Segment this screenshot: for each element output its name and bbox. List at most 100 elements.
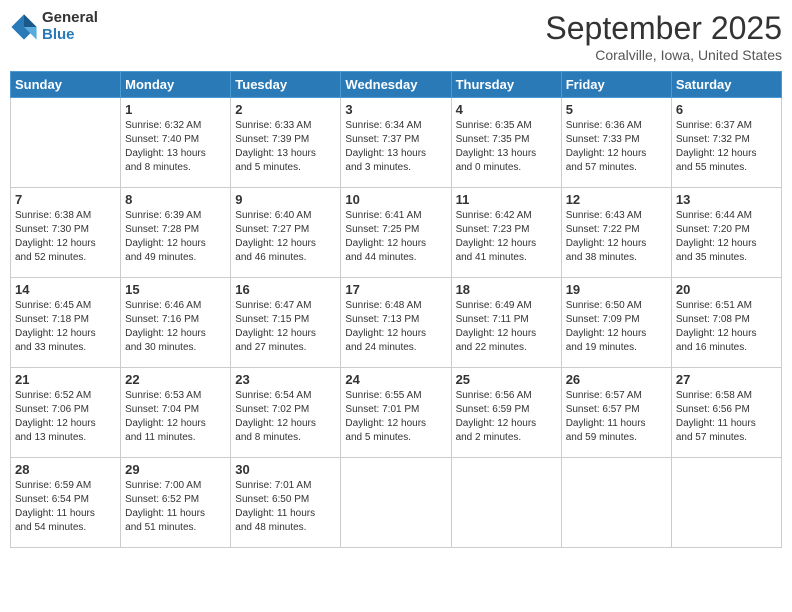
day-info: Sunrise: 6:47 AM Sunset: 7:15 PM Dayligh… [235, 299, 336, 355]
day-info: Sunrise: 6:53 AM Sunset: 7:04 PM Dayligh… [125, 389, 226, 445]
calendar-cell: 3 Sunrise: 6:34 AM Sunset: 7:37 PM Daylig… [341, 98, 451, 188]
calendar-cell: 24 Sunrise: 6:55 AM Sunset: 7:01 PM Dayli… [341, 368, 451, 458]
day-info: Sunrise: 6:44 AM Sunset: 7:20 PM Dayligh… [676, 209, 777, 265]
calendar-cell: 10 Sunrise: 6:41 AM Sunset: 7:25 PM Dayli… [341, 188, 451, 278]
calendar-cell: 2Sunrise: 6:33 AM Sunset: 7:39 PM Daylig… [231, 98, 341, 188]
calendar-cell: 6 Sunrise: 6:37 AM Sunset: 7:32 PM Daylig… [671, 98, 781, 188]
calendar-cell: 7 Sunrise: 6:38 AM Sunset: 7:30 PM Daylig… [11, 188, 121, 278]
day-info: Sunrise: 6:45 AM Sunset: 7:18 PM Dayligh… [15, 299, 116, 355]
calendar-cell: 1Sunrise: 6:32 AM Sunset: 7:40 PM Daylig… [121, 98, 231, 188]
day-number: 21 [15, 372, 116, 387]
day-number: 10 [345, 192, 446, 207]
calendar-cell [561, 458, 671, 548]
day-number: 24 [345, 372, 446, 387]
day-number: 3 [345, 102, 446, 117]
day-info: Sunrise: 6:54 AM Sunset: 7:02 PM Dayligh… [235, 389, 336, 445]
calendar-cell: 28Sunrise: 6:59 AM Sunset: 6:54 PM Dayli… [11, 458, 121, 548]
month-title: September 2025 [545, 10, 782, 47]
day-info: Sunrise: 6:37 AM Sunset: 7:32 PM Dayligh… [676, 119, 777, 175]
calendar-cell: 19 Sunrise: 6:50 AM Sunset: 7:09 PM Dayli… [561, 278, 671, 368]
calendar-cell: 5 Sunrise: 6:36 AM Sunset: 7:33 PM Daylig… [561, 98, 671, 188]
day-info: Sunrise: 6:49 AM Sunset: 7:11 PM Dayligh… [456, 299, 557, 355]
calendar-cell: 27Sunrise: 6:58 AM Sunset: 6:56 PM Dayli… [671, 368, 781, 458]
week-row-1: 1Sunrise: 6:32 AM Sunset: 7:40 PM Daylig… [11, 98, 782, 188]
calendar-cell [451, 458, 561, 548]
calendar-cell: 21 Sunrise: 6:52 AM Sunset: 7:06 PM Dayli… [11, 368, 121, 458]
day-info: Sunrise: 6:57 AM Sunset: 6:57 PM Dayligh… [566, 389, 667, 445]
day-info: Sunrise: 6:51 AM Sunset: 7:08 PM Dayligh… [676, 299, 777, 355]
day-number: 23 [235, 372, 336, 387]
calendar-cell: 12 Sunrise: 6:43 AM Sunset: 7:22 PM Dayli… [561, 188, 671, 278]
calendar-cell [671, 458, 781, 548]
day-number: 11 [456, 192, 557, 207]
day-info: Sunrise: 6:46 AM Sunset: 7:16 PM Dayligh… [125, 299, 226, 355]
week-row-5: 28Sunrise: 6:59 AM Sunset: 6:54 PM Dayli… [11, 458, 782, 548]
title-area: September 2025 Coralville, Iowa, United … [545, 10, 782, 63]
day-number: 12 [566, 192, 667, 207]
day-number: 17 [345, 282, 446, 297]
calendar-cell: 20 Sunrise: 6:51 AM Sunset: 7:08 PM Dayli… [671, 278, 781, 368]
calendar-cell: 25 Sunrise: 6:56 AM Sunset: 6:59 PM Dayli… [451, 368, 561, 458]
calendar-cell: 9 Sunrise: 6:40 AM Sunset: 7:27 PM Daylig… [231, 188, 341, 278]
day-number: 20 [676, 282, 777, 297]
day-number: 5 [566, 102, 667, 117]
day-number: 27 [676, 372, 777, 387]
page-header: General Blue September 2025 Coralville, … [10, 10, 782, 63]
day-info: Sunrise: 6:59 AM Sunset: 6:54 PM Dayligh… [15, 479, 116, 535]
logo-general-text: General [42, 10, 98, 27]
day-info: Sunrise: 6:48 AM Sunset: 7:13 PM Dayligh… [345, 299, 446, 355]
week-row-3: 14 Sunrise: 6:45 AM Sunset: 7:18 PM Dayli… [11, 278, 782, 368]
day-number: 18 [456, 282, 557, 297]
day-number: 13 [676, 192, 777, 207]
logo: General Blue [10, 10, 98, 43]
day-number: 22 [125, 372, 226, 387]
day-number: 19 [566, 282, 667, 297]
day-info: Sunrise: 6:43 AM Sunset: 7:22 PM Dayligh… [566, 209, 667, 265]
day-number: 14 [15, 282, 116, 297]
day-info: Sunrise: 6:52 AM Sunset: 7:06 PM Dayligh… [15, 389, 116, 445]
calendar-table: SundayMondayTuesdayWednesdayThursdayFrid… [10, 71, 782, 548]
day-number: 7 [15, 192, 116, 207]
day-info: Sunrise: 7:01 AM Sunset: 6:50 PM Dayligh… [235, 479, 336, 535]
day-info: Sunrise: 6:55 AM Sunset: 7:01 PM Dayligh… [345, 389, 446, 445]
calendar-cell: 23 Sunrise: 6:54 AM Sunset: 7:02 PM Dayli… [231, 368, 341, 458]
day-info: Sunrise: 6:35 AM Sunset: 7:35 PM Dayligh… [456, 119, 557, 175]
day-info: Sunrise: 7:00 AM Sunset: 6:52 PM Dayligh… [125, 479, 226, 535]
day-info: Sunrise: 6:36 AM Sunset: 7:33 PM Dayligh… [566, 119, 667, 175]
day-number: 29 [125, 462, 226, 477]
day-info: Sunrise: 6:50 AM Sunset: 7:09 PM Dayligh… [566, 299, 667, 355]
calendar-cell: 30 Sunrise: 7:01 AM Sunset: 6:50 PM Dayli… [231, 458, 341, 548]
weekday-header-wednesday: Wednesday [341, 72, 451, 98]
day-number: 25 [456, 372, 557, 387]
calendar-cell: 29 Sunrise: 7:00 AM Sunset: 6:52 PM Dayli… [121, 458, 231, 548]
calendar-cell: 26 Sunrise: 6:57 AM Sunset: 6:57 PM Dayli… [561, 368, 671, 458]
day-info: Sunrise: 6:56 AM Sunset: 6:59 PM Dayligh… [456, 389, 557, 445]
calendar-cell: 18 Sunrise: 6:49 AM Sunset: 7:11 PM Dayli… [451, 278, 561, 368]
calendar-cell: 4Sunrise: 6:35 AM Sunset: 7:35 PM Daylig… [451, 98, 561, 188]
calendar-cell: 13 Sunrise: 6:44 AM Sunset: 7:20 PM Dayli… [671, 188, 781, 278]
calendar-cell: 17 Sunrise: 6:48 AM Sunset: 7:13 PM Dayli… [341, 278, 451, 368]
calendar-cell: 8Sunrise: 6:39 AM Sunset: 7:28 PM Daylig… [121, 188, 231, 278]
logo-text: General Blue [42, 10, 98, 43]
day-number: 6 [676, 102, 777, 117]
day-info: Sunrise: 6:38 AM Sunset: 7:30 PM Dayligh… [15, 209, 116, 265]
weekday-header-friday: Friday [561, 72, 671, 98]
calendar-cell: 22 Sunrise: 6:53 AM Sunset: 7:04 PM Dayli… [121, 368, 231, 458]
day-number: 8 [125, 192, 226, 207]
weekday-header-monday: Monday [121, 72, 231, 98]
weekday-header-saturday: Saturday [671, 72, 781, 98]
day-number: 9 [235, 192, 336, 207]
day-info: Sunrise: 6:42 AM Sunset: 7:23 PM Dayligh… [456, 209, 557, 265]
weekday-header-thursday: Thursday [451, 72, 561, 98]
day-number: 30 [235, 462, 336, 477]
day-info: Sunrise: 6:34 AM Sunset: 7:37 PM Dayligh… [345, 119, 446, 175]
calendar-cell: 15Sunrise: 6:46 AM Sunset: 7:16 PM Dayli… [121, 278, 231, 368]
location-text: Coralville, Iowa, United States [545, 47, 782, 63]
calendar-cell: 14 Sunrise: 6:45 AM Sunset: 7:18 PM Dayli… [11, 278, 121, 368]
day-info: Sunrise: 6:41 AM Sunset: 7:25 PM Dayligh… [345, 209, 446, 265]
day-number: 16 [235, 282, 336, 297]
weekday-header-sunday: Sunday [11, 72, 121, 98]
calendar-cell: 11 Sunrise: 6:42 AM Sunset: 7:23 PM Dayli… [451, 188, 561, 278]
day-info: Sunrise: 6:40 AM Sunset: 7:27 PM Dayligh… [235, 209, 336, 265]
day-number: 26 [566, 372, 667, 387]
